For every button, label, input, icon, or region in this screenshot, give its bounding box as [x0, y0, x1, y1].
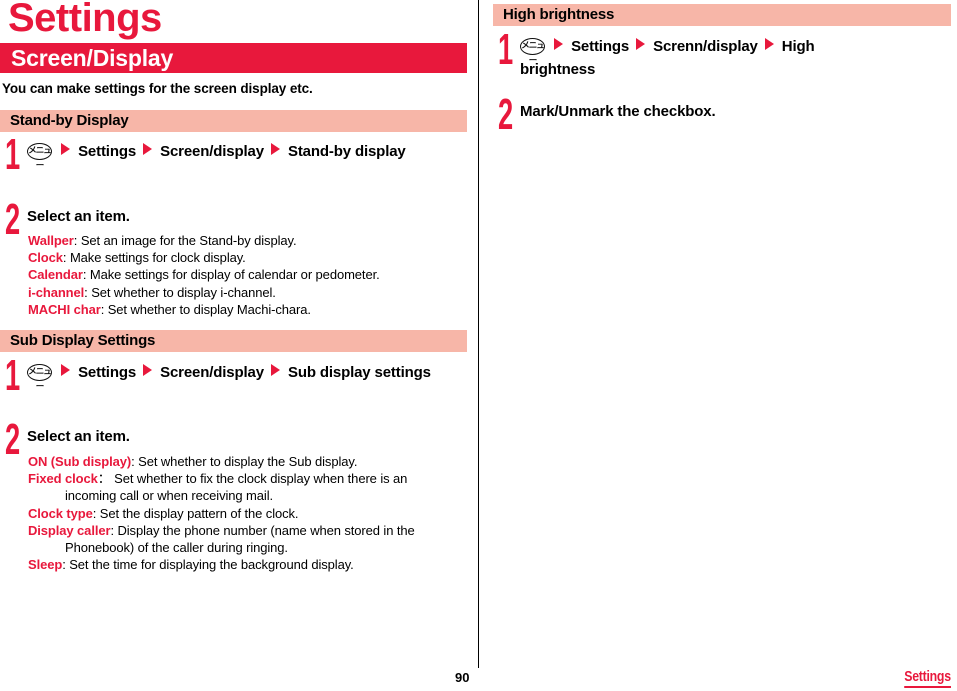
section-title-bar: Screen/Display [0, 43, 467, 73]
step-number: 2 [5, 195, 21, 244]
section-intro: You can make settings for the screen dis… [2, 81, 313, 96]
triangle-right-icon [270, 364, 280, 376]
triangle-right-icon [554, 38, 564, 50]
subsection-heading-label: Sub Display Settings [10, 332, 156, 349]
step-target-2: Screen/display [160, 143, 264, 160]
option-description-continued: incoming call or when receiving mail. [65, 488, 274, 504]
footer-chapter-label: Settings [904, 669, 951, 688]
option-description: Set an image for the Stand-by display. [80, 233, 297, 248]
option-name: i-channel [28, 284, 85, 300]
list-item: Clock: Make settings for clock display. [28, 249, 478, 266]
step-instruction: メニュー Settings Screnn/display High bright… [520, 35, 880, 81]
option-separator: : [82, 267, 90, 283]
section-title: Screen/Display [11, 45, 174, 71]
page-number: 90 [455, 670, 470, 685]
step-number: 1 [5, 130, 21, 179]
triangle-right-icon [61, 143, 71, 155]
option-description: Set whether to display the Sub display. [138, 454, 358, 469]
menu-key-icon[interactable]: メニュー [27, 364, 52, 392]
option-name: ON (Sub display) [28, 454, 132, 469]
step-target-3: Stand-by display [287, 143, 406, 160]
option-name: Clock [28, 250, 63, 266]
option-description: Set the time for displaying the backgrou… [69, 557, 354, 573]
step-target-2: Screnn/display [653, 38, 758, 55]
step-target-1: Settings [571, 38, 630, 55]
manual-page: Settings Screen/Display You can make set… [0, 0, 957, 691]
option-name: Fixed clock [28, 471, 98, 487]
subsection-heading-sub-display-settings: Sub Display Settings [0, 330, 467, 352]
list-item: ON (Sub display): Set whether to display… [28, 453, 478, 470]
triangle-right-icon [61, 364, 71, 376]
option-name: Display caller [28, 522, 111, 538]
option-description: Display the phone number (name when stor… [117, 522, 415, 538]
subsection-heading-stand-by-display: Stand-by Display [0, 110, 467, 132]
option-name: Wallper [28, 233, 74, 248]
option-description: Make settings for clock display. [69, 250, 246, 266]
subsection-heading-high-brightness: High brightness [493, 4, 951, 26]
subsection-heading-label: High brightness [503, 6, 615, 23]
option-description-continued: Phonebook) of the caller during ringing. [65, 540, 288, 556]
option-separator: : [92, 505, 100, 521]
list-item: Display caller: Display the phone number… [28, 522, 478, 556]
list-item: Calendar: Make settings for display of c… [28, 266, 478, 283]
step-instruction: Mark/Unmark the checkbox. [520, 103, 716, 120]
chapter-title: Settings [8, 0, 162, 40]
option-name: MACHI char [28, 301, 101, 317]
option-description: Set whether to display Machi-chara. [107, 301, 311, 317]
option-separator: : [73, 233, 81, 248]
step-number: 2 [498, 90, 514, 139]
option-description: Set whether to fix the clock display whe… [114, 471, 408, 487]
triangle-right-icon [143, 143, 153, 155]
option-separator: ： [97, 471, 115, 487]
step-instruction: Select an item. [27, 208, 130, 225]
option-description: Set the display pattern of the clock. [99, 505, 299, 521]
step-instruction: メニュー Settings Screen/display Sub display… [27, 361, 447, 392]
option-name: Calendar [28, 267, 83, 283]
list-item: Wallper: Set an image for the Stand-by d… [28, 232, 478, 249]
step-number: 1 [5, 351, 21, 400]
left-column: Settings Screen/Display You can make set… [0, 0, 478, 691]
option-description: Make settings for display of calendar or… [89, 267, 380, 283]
step-target-1: Settings [78, 364, 137, 381]
option-name: Clock type [28, 505, 93, 521]
step-number: 1 [498, 25, 514, 74]
right-column: High brightness 1 メニュー Settings Screnn/d… [479, 0, 957, 691]
option-separator: : [100, 301, 108, 317]
list-item: MACHI char: Set whether to display Machi… [28, 301, 478, 318]
triangle-right-icon [636, 38, 646, 50]
option-separator: : [62, 250, 70, 266]
triangle-right-icon [270, 143, 280, 155]
list-item: Clock type: Set the display pattern of t… [28, 505, 478, 522]
step-number: 2 [5, 415, 21, 464]
step-instruction: Select an item. [27, 428, 130, 445]
option-description: Set whether to display i-channel. [91, 284, 276, 300]
triangle-right-icon [764, 38, 774, 50]
list-item: Sleep: Set the time for displaying the b… [28, 556, 478, 573]
step-target-3: Sub display settings [287, 364, 431, 381]
option-list: Wallper: Set an image for the Stand-by d… [28, 232, 478, 318]
subsection-heading-label: Stand-by Display [10, 112, 129, 129]
menu-key-icon[interactable]: メニュー [520, 38, 545, 66]
triangle-right-icon [143, 364, 153, 376]
option-list: ON (Sub display): Set whether to display… [28, 453, 478, 573]
step-target-1: Settings [78, 143, 137, 160]
menu-key-icon[interactable]: メニュー [27, 143, 52, 171]
step-target-2: Screen/display [160, 364, 264, 381]
list-item: i-channel: Set whether to display i-chan… [28, 284, 478, 301]
step-instruction: メニュー Settings Screen/display Stand-by di… [27, 140, 447, 171]
list-item: Fixed clock： Set whether to fix the cloc… [28, 470, 478, 504]
option-name: Sleep [28, 557, 63, 573]
